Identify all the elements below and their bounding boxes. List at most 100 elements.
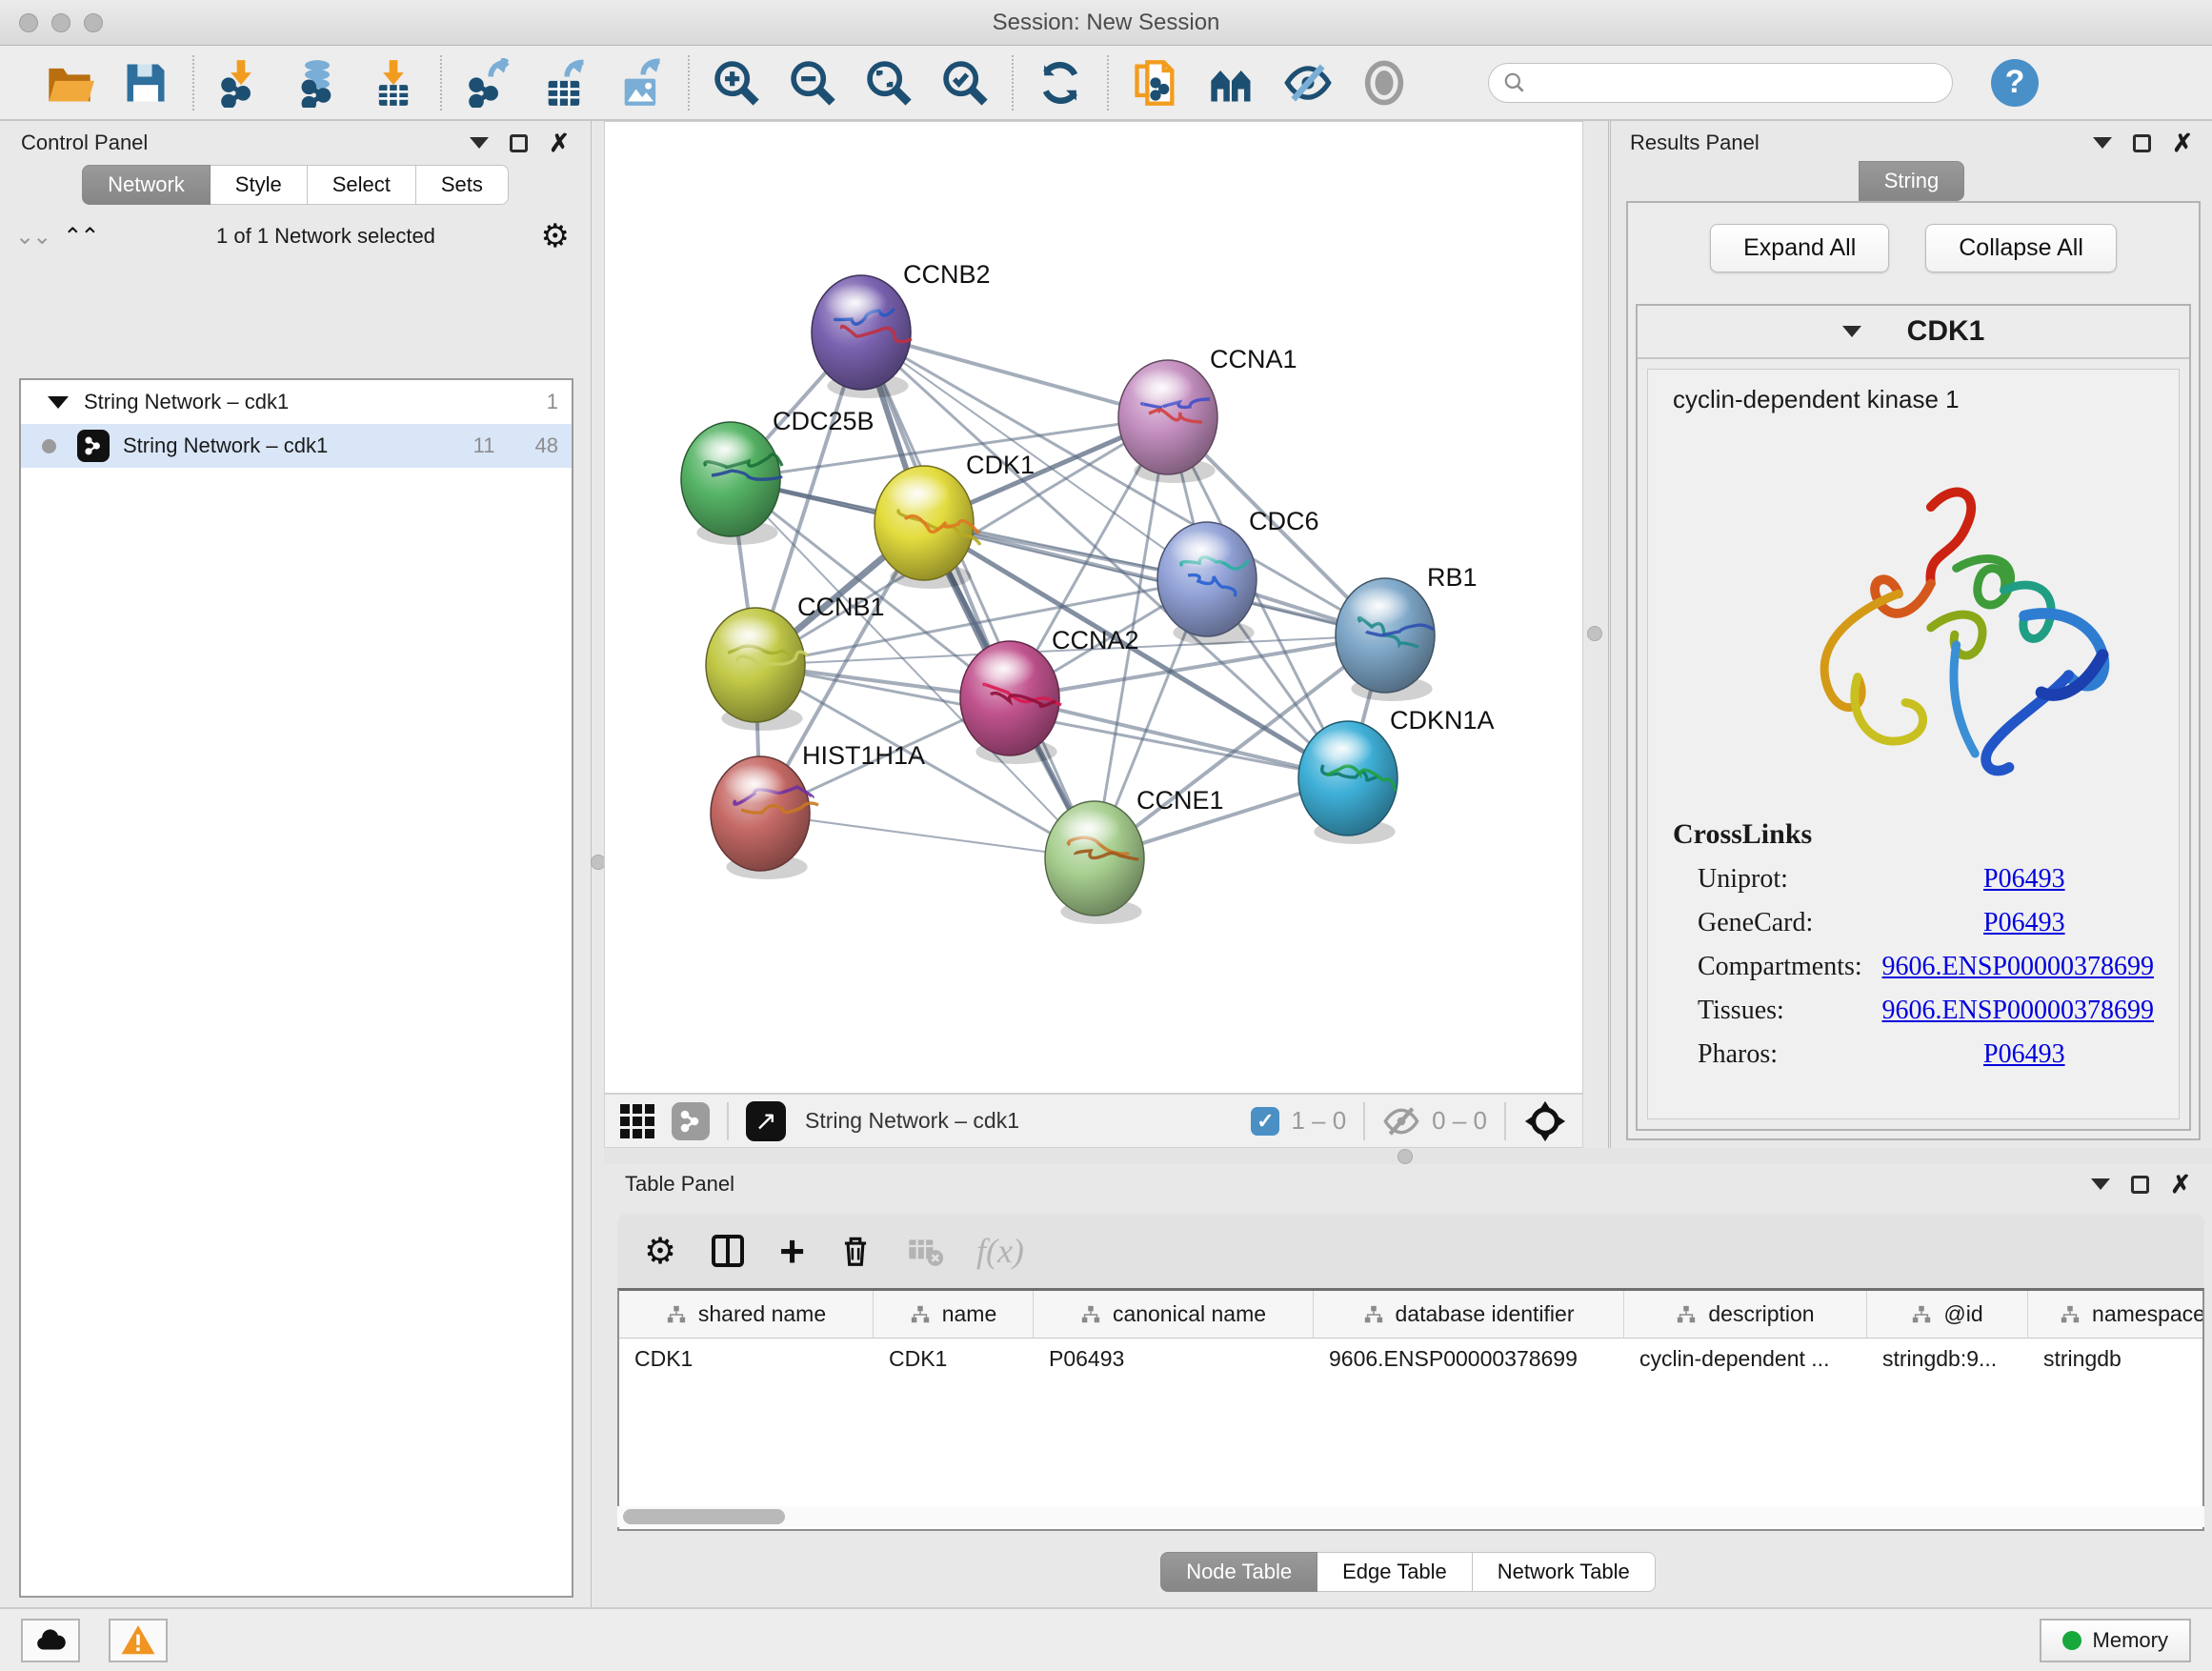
show-columns-icon[interactable] (709, 1232, 747, 1270)
network-node-CCNE1[interactable]: CCNE1 (1045, 786, 1224, 924)
clone-network-button[interactable] (1128, 55, 1183, 111)
network-collection-row[interactable]: String Network – cdk1 1 (21, 380, 572, 424)
network-node-CDC25B[interactable]: CDC25B (681, 407, 875, 545)
right-splitter-handle[interactable] (1587, 626, 1602, 641)
expand-all-networks-icon[interactable]: ⌄⌄ (15, 223, 50, 251)
network-node-CCNA2[interactable]: CCNA2 (960, 626, 1139, 764)
column-header-description[interactable]: description (1624, 1291, 1867, 1338)
zoom-selected-button[interactable] (937, 55, 993, 111)
cloud-status-button[interactable] (21, 1619, 80, 1662)
control-panel-close-icon[interactable]: ✗ (549, 131, 570, 155)
memory-button[interactable]: Memory (2040, 1619, 2191, 1662)
tab-sets[interactable]: Sets (416, 165, 509, 205)
control-panel-float-icon[interactable] (470, 137, 489, 149)
grid-view-icon[interactable] (620, 1104, 654, 1138)
column-header-shared-name[interactable]: shared name (619, 1291, 874, 1338)
node-label: CDK1 (966, 451, 1035, 479)
tab-style[interactable]: Style (211, 165, 308, 205)
network-edge[interactable] (1010, 698, 1348, 778)
selected-nodes-checkbox[interactable]: ✓ (1251, 1107, 1279, 1136)
protein-collapse-triangle-icon[interactable] (1842, 326, 1861, 337)
protein-card-header[interactable]: CDK1 (1638, 306, 2189, 359)
tab-select[interactable]: Select (308, 165, 416, 205)
table-panel-maximize-icon[interactable] (2131, 1176, 2149, 1194)
control-panel-maximize-icon[interactable] (510, 134, 528, 152)
zoom-fit-button[interactable] (861, 55, 916, 111)
help-button[interactable]: ? (1991, 59, 2039, 107)
clone-network-icon (1131, 58, 1180, 108)
network-edge[interactable] (861, 332, 1095, 858)
tab-network[interactable]: Network (82, 165, 211, 205)
network-node-CCNA1[interactable]: CCNA1 (1118, 345, 1297, 483)
node-table[interactable]: shared namenamecanonical namedatabase id… (617, 1288, 2204, 1531)
collapse-all-button[interactable]: Collapse All (1925, 224, 2117, 272)
import-table-file-button[interactable] (366, 55, 421, 111)
results-panel-maximize-icon[interactable] (2133, 134, 2151, 152)
status-bar: Memory (0, 1607, 2212, 1671)
neighbors-houses-icon (1207, 58, 1257, 108)
network-node-CDKN1A[interactable]: CDKN1A (1298, 706, 1495, 844)
column-header-name[interactable]: name (874, 1291, 1034, 1338)
warnings-button[interactable] (109, 1619, 168, 1662)
column-header-canonical-name[interactable]: canonical name (1034, 1291, 1314, 1338)
results-panel-float-icon[interactable] (2093, 137, 2112, 149)
detach-view-icon[interactable]: ↗ (746, 1101, 786, 1141)
column-header-database-identifier[interactable]: database identifier (1314, 1291, 1624, 1338)
collection-expand-triangle-icon[interactable] (48, 396, 69, 409)
add-column-icon[interactable]: + (779, 1225, 805, 1277)
apply-layout-button[interactable] (1033, 55, 1088, 111)
tab-edge-table[interactable]: Edge Table (1317, 1552, 1473, 1592)
network-node-CCNB1[interactable]: CCNB1 (706, 593, 885, 731)
export-network-button[interactable] (461, 55, 516, 111)
export-table-button[interactable] (537, 55, 593, 111)
import-network-database-button[interactable] (290, 55, 345, 111)
table-settings-gear-icon[interactable]: ⚙ (644, 1230, 676, 1273)
expand-all-button[interactable]: Expand All (1710, 224, 1889, 272)
export-table-icon (540, 58, 590, 108)
birds-eye-crosshair-icon[interactable] (1523, 1099, 1567, 1143)
network-search-box[interactable] (1488, 63, 1953, 103)
tab-string[interactable]: String (1859, 161, 1964, 201)
save-session-button[interactable] (118, 55, 173, 111)
crosslink-link[interactable]: 9606.ENSP00000378699 (1882, 952, 2154, 982)
column-header--id[interactable]: @id (1867, 1291, 2028, 1338)
results-panel: Results Panel ✗ String Expand All Collap… (1608, 121, 2212, 1148)
network-node-HIST1H1A[interactable]: HIST1H1A (711, 741, 925, 879)
table-row[interactable]: CDK1CDK1P064939606.ENSP00000378699cyclin… (619, 1339, 2202, 1382)
table-panel-close-icon[interactable]: ✗ (2170, 1172, 2191, 1197)
show-all-button[interactable] (1357, 55, 1412, 111)
import-network-icon (216, 58, 266, 108)
delete-column-trash-icon[interactable] (837, 1233, 874, 1269)
zoom-in-button[interactable] (709, 55, 764, 111)
network-row[interactable]: String Network – cdk1 11 48 (21, 424, 572, 468)
crosslink-link[interactable]: P06493 (1983, 864, 2065, 895)
network-node-CCNB2[interactable]: CCNB2 (812, 260, 991, 398)
network-options-gear-icon[interactable]: ⚙ (541, 220, 570, 252)
crosslink-row: GeneCard:P06493 (1698, 908, 2154, 938)
search-input[interactable] (1527, 70, 1939, 95)
crosslink-link[interactable]: 9606.ENSP00000378699 (1882, 996, 2154, 1026)
network-canvas[interactable]: CDK1 CCNB1 CCNB2 CCNA1 CCNA2 CCNE1 CDC6 CDC25B R… (604, 121, 1583, 1094)
tab-node-table[interactable]: Node Table (1160, 1552, 1317, 1592)
table-panel-float-icon[interactable] (2091, 1178, 2110, 1190)
results-panel-close-icon[interactable]: ✗ (2172, 131, 2193, 155)
crosslink-link[interactable]: P06493 (1983, 1039, 2065, 1070)
network-node-RB1[interactable]: RB1 (1336, 563, 1478, 701)
import-network-file-button[interactable] (213, 55, 269, 111)
tab-network-table[interactable]: Network Table (1473, 1552, 1656, 1592)
collapse-all-networks-icon[interactable]: ⌃⌃ (63, 223, 97, 251)
network-node-CDK1[interactable]: CDK1 (875, 451, 1035, 589)
export-image-button[interactable] (613, 55, 669, 111)
hide-selected-button[interactable] (1280, 55, 1336, 111)
zoom-out-button[interactable] (785, 55, 840, 111)
column-header-namespace[interactable]: namespace (2028, 1291, 2204, 1338)
bottom-splitter-handle[interactable] (1398, 1149, 1413, 1164)
network-edge[interactable] (760, 814, 1095, 858)
network-node-CDC6[interactable]: CDC6 (1157, 507, 1319, 645)
crosslink-link[interactable]: P06493 (1983, 908, 2065, 938)
first-neighbors-button[interactable] (1204, 55, 1259, 111)
scrollbar-thumb[interactable] (623, 1509, 785, 1524)
table-horizontal-scrollbar[interactable] (617, 1506, 2204, 1527)
network-share-icon[interactable] (672, 1102, 710, 1140)
open-session-button[interactable] (42, 55, 97, 111)
